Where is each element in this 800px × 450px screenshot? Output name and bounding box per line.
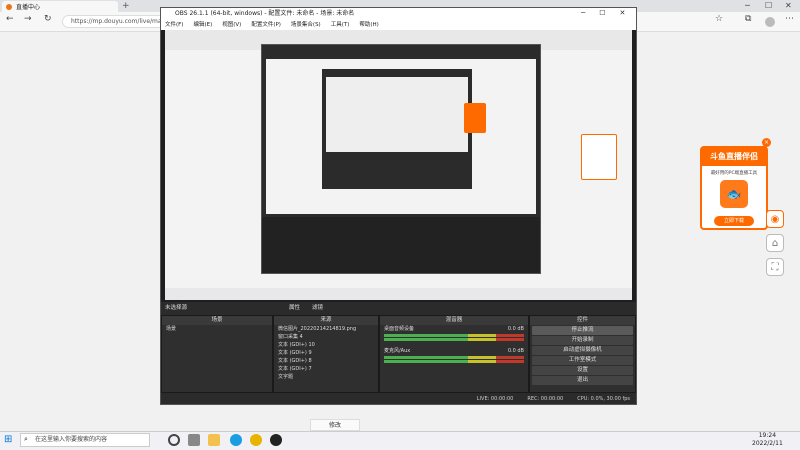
cpu-status: CPU: 0.0%, 30.00 fps	[577, 396, 630, 402]
audio-meter	[384, 338, 524, 341]
no-source-label: 未选择源	[165, 305, 188, 311]
captured-browser	[165, 30, 632, 300]
taskbar-search[interactable]: 在这里输入你要搜索的内容	[20, 433, 150, 447]
source-item[interactable]: 文本 (GDI+) 10	[274, 341, 378, 349]
source-item[interactable]: 窗口采集 4	[274, 333, 378, 341]
edge-icon[interactable]	[230, 434, 242, 446]
chrome-icon[interactable]	[250, 434, 262, 446]
source-item[interactable]: 文本 (GDI+) 9	[274, 349, 378, 357]
clock-date: 2022/2/11	[752, 440, 783, 447]
menu-tools[interactable]: 工具(T)	[331, 20, 350, 30]
window-icon[interactable]	[188, 434, 200, 446]
nested-obs-2-preview	[326, 77, 468, 152]
menu-profile[interactable]: 配置文件(P)	[251, 20, 281, 30]
start-recording-button[interactable]: 开始录制	[532, 336, 633, 345]
nested-obs-2	[322, 69, 472, 189]
record-icon[interactable]: ◉	[766, 210, 784, 228]
nested-obs-preview	[266, 59, 536, 214]
ad-desc: 最好用的PC端直播工具	[710, 171, 758, 176]
mixer-dock: 混音器 桌面音频设备 0.0 dB 麦克风/Aux 0.0 dB	[379, 315, 529, 393]
source-item[interactable]: 文本 (GDI+) 7	[274, 365, 378, 373]
obs-icon[interactable]	[270, 434, 282, 446]
windows-start-icon[interactable]: ⊞	[4, 434, 12, 445]
close-icon[interactable]: ✕	[785, 1, 792, 10]
filters-button[interactable]: 滤镜	[312, 302, 323, 314]
forward-icon[interactable]: →	[24, 14, 32, 24]
avatar[interactable]	[765, 17, 775, 27]
exit-button[interactable]: 退出	[532, 376, 633, 385]
live-status: LIVE: 00:00:00	[476, 396, 514, 402]
obs-title: OBS 26.1.1 (64-bit, windows) - 配置文件: 未命名…	[161, 8, 636, 20]
nested-taskbar	[165, 288, 632, 300]
obs-close-icon: ✕	[619, 9, 626, 17]
browser-tab[interactable]: 直播中心	[2, 1, 118, 12]
ad-download-button[interactable]: 立即下载	[714, 216, 754, 226]
maximize-icon[interactable]: ☐	[765, 1, 772, 10]
source-item[interactable]: 微信图片_20220214214819.png	[274, 325, 378, 333]
audio-meter	[384, 356, 524, 359]
controls-header: 控件	[530, 316, 635, 325]
obs-window-controls[interactable]: ─ ☐ ✕	[581, 9, 625, 17]
refresh-icon[interactable]: ↻	[44, 14, 52, 24]
task-view-icon[interactable]	[168, 434, 180, 446]
minimize-icon[interactable]: ─	[745, 1, 750, 10]
menu-view[interactable]: 视图(V)	[222, 20, 241, 30]
new-tab-button[interactable]: +	[122, 1, 130, 11]
nested-ad	[464, 103, 486, 133]
studio-mode-button[interactable]: 工作室模式	[532, 356, 633, 365]
nested-obs	[261, 44, 541, 274]
back-icon[interactable]: ←	[6, 14, 14, 24]
menu-edit[interactable]: 编辑(E)	[193, 20, 212, 30]
source-item[interactable]: 文字题	[274, 373, 378, 381]
source-toolbar: 未选择源 属性 滤镜	[161, 302, 636, 314]
settings-button[interactable]: 设置	[532, 366, 633, 375]
mixer-header: 混音器	[380, 316, 528, 325]
mixer-channel-mic: 麦克风/Aux 0.0 dB	[384, 348, 524, 354]
scenes-dock: 场景 场景	[161, 315, 273, 393]
menu-scene-collection[interactable]: 场景集合(S)	[291, 20, 321, 30]
audio-meter	[384, 334, 524, 337]
modify-button[interactable]: 修改	[310, 419, 360, 431]
file-explorer-icon[interactable]	[208, 434, 220, 446]
audio-meter	[384, 360, 524, 363]
nested-obs-docks	[262, 217, 540, 273]
stop-streaming-button[interactable]: 停止推流	[532, 326, 633, 335]
ad-title: 斗鱼直播伴侣	[702, 148, 766, 166]
scenes-header: 场景	[162, 316, 272, 325]
screen-capture-icon[interactable]: ⛶	[766, 258, 784, 276]
menu-help[interactable]: 帮助(H)	[359, 20, 378, 30]
obs-minimize-icon: ─	[581, 9, 586, 17]
menu-file[interactable]: 文件(F)	[165, 20, 183, 30]
rec-status: REC: 00:00:00	[527, 396, 564, 402]
nested-ad-2	[581, 134, 617, 180]
obs-preview[interactable]	[161, 30, 636, 302]
virtual-camera-button[interactable]: 启动虚拟摄像机	[532, 346, 633, 355]
clock-time: 19:24	[758, 432, 777, 439]
browser-tab-title: 直播中心	[16, 4, 41, 11]
sources-dock: 来源 微信图片_20220214214819.png 窗口采集 4 文本 (GD…	[273, 315, 379, 393]
obs-menu-bar: 文件(F) 编辑(E) 视图(V) 配置文件(P) 场景集合(S) 工具(T) …	[161, 20, 636, 30]
properties-button[interactable]: 属性	[289, 302, 300, 314]
douyu-logo-icon: 🐟	[720, 180, 748, 208]
collections-icon[interactable]: ⧉	[745, 14, 751, 24]
search-icon: ⌕	[24, 435, 28, 443]
mixer-channel-desktop: 桌面音频设备 0.0 dB	[384, 326, 524, 332]
douyu-favicon-icon	[6, 3, 12, 10]
taskbar-clock: 19:24 2022/2/11	[752, 432, 783, 448]
scene-item[interactable]: 场景	[162, 325, 272, 333]
obs-window[interactable]: OBS 26.1.1 (64-bit, windows) - 配置文件: 未命名…	[160, 7, 637, 405]
obs-maximize-icon: ☐	[599, 9, 606, 17]
controls-dock: 控件 停止推流 开始录制 启动虚拟摄像机 工作室模式 设置 退出	[529, 315, 636, 393]
more-icon[interactable]: ⋯	[785, 14, 794, 24]
status-bar: LIVE: 00:00:00 REC: 00:00:00 CPU: 0.0%, …	[161, 394, 636, 404]
sources-header: 来源	[274, 316, 378, 325]
source-item[interactable]: 文本 (GDI+) 8	[274, 357, 378, 365]
douyu-ad[interactable]: 斗鱼直播伴侣 最好用的PC端直播工具 🐟 立即下载	[700, 146, 768, 230]
favorites-icon[interactable]: ☆	[715, 14, 723, 24]
home-icon[interactable]: ⌂	[766, 234, 784, 252]
